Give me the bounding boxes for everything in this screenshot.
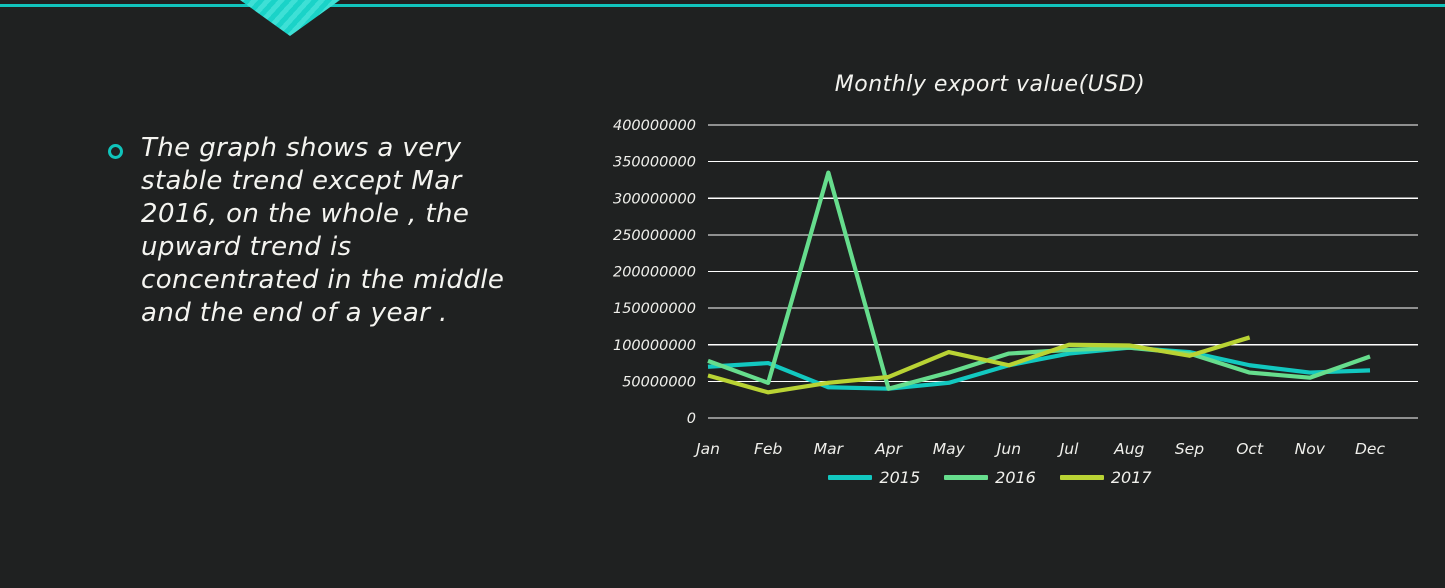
x-axis-tick-label: Nov	[1295, 440, 1326, 458]
x-axis-tick-label: May	[933, 440, 966, 458]
x-axis-tick-label: Mar	[814, 440, 845, 458]
x-axis-tick-label: Aug	[1113, 440, 1144, 458]
legend-swatch-icon	[944, 475, 989, 480]
bullet-text: The graph shows a very stable trend exce…	[141, 133, 505, 328]
y-axis-tick-label: 250000000	[613, 228, 696, 244]
y-axis-tick-label: 100000000	[613, 338, 696, 354]
x-axis-tick-label: Jul	[1057, 440, 1079, 458]
bullet-block: The graph shows a very stable trend exce…	[108, 132, 528, 330]
legend-swatch-icon	[828, 475, 873, 480]
chart-container: Monthly export value(USD) 0 50000000 10000…	[560, 62, 1420, 502]
y-axis-tick-label: 0	[687, 411, 696, 427]
legend-item-2016[interactable]: 2016	[944, 468, 1036, 487]
chart-legend: 2015 2016 2017	[560, 468, 1420, 487]
legend-label: 2017	[1110, 468, 1152, 487]
legend-item-2015[interactable]: 2015	[828, 468, 920, 487]
bullet-marker-icon	[108, 144, 123, 159]
x-axis-tick-label: Dec	[1355, 440, 1385, 458]
legend-swatch-icon	[1059, 475, 1104, 480]
list-item: The graph shows a very stable trend exce…	[108, 132, 528, 330]
y-axis-tick-label: 350000000	[613, 155, 696, 171]
y-axis-tick-label: 200000000	[613, 265, 696, 281]
top-accent-rule	[0, 4, 1445, 7]
y-axis-tick-label: 400000000	[613, 118, 696, 134]
x-axis-tick-label: Apr	[874, 440, 903, 458]
x-axis-tick-label: Oct	[1236, 440, 1264, 458]
slide-canvas: The graph shows a very stable trend exce…	[0, 0, 1445, 588]
y-axis-tick-label: 300000000	[613, 191, 696, 207]
y-axis-tick-label: 150000000	[613, 301, 696, 317]
x-axis-tick-label: Jan	[693, 440, 720, 458]
line-chart-svg: 0 50000000 100000000 150000000 200000000 2500…	[613, 118, 1418, 458]
legend-item-2017[interactable]: 2017	[1059, 468, 1152, 487]
legend-label: 2016	[995, 468, 1036, 487]
x-axis-tick-label: Sep	[1175, 440, 1204, 458]
x-axis-tick-label: Feb	[754, 440, 782, 458]
y-axis-tick-label: 50000000	[622, 374, 696, 390]
x-axis-tick-label: Jun	[994, 440, 1021, 458]
legend-label: 2015	[879, 468, 921, 487]
plot-area: 0 50000000 100000000 150000000 200000000 2500…	[560, 62, 1420, 502]
chevron-decoration	[240, 0, 340, 36]
